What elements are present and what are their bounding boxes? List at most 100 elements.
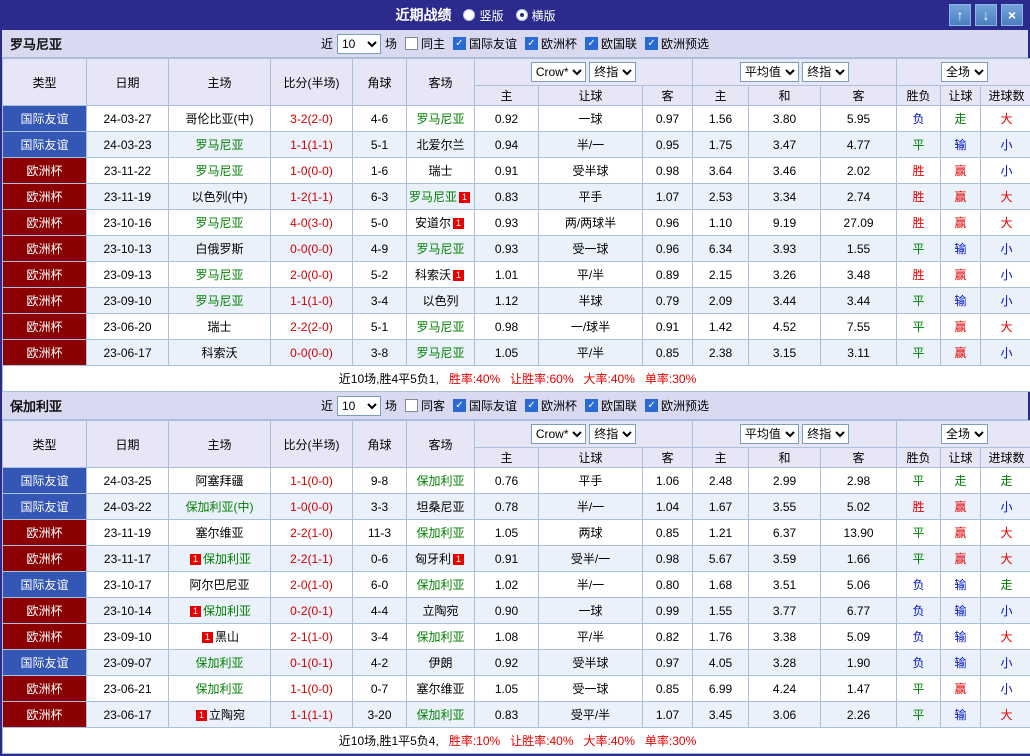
average-odds: 3.06	[749, 702, 821, 728]
handicap-odds: 0.98	[643, 158, 693, 184]
corner-count: 6-3	[353, 184, 407, 210]
result-wdl: 平	[897, 314, 941, 340]
match-date: 23-11-17	[87, 546, 169, 572]
team-label: 北爱尔兰	[416, 138, 464, 152]
summary-rates: 胜率:10%让胜率:40%大率:40%单率:30%	[439, 734, 696, 748]
corner-count: 0-6	[353, 546, 407, 572]
red-card-badge: 1	[459, 192, 470, 203]
odds-source-select[interactable]: Crow*	[531, 424, 586, 444]
handicap-odds: 0.91	[475, 546, 539, 572]
team-label: 保加利亚	[195, 682, 243, 696]
away-team-cell: 保加利亚	[407, 624, 475, 650]
corner-count: 3-4	[353, 624, 407, 650]
home-team-cell: 塞尔维亚	[169, 520, 271, 546]
result-handicap: 赢	[941, 520, 981, 546]
result-wdl: 负	[897, 598, 941, 624]
handicap-odds: 受半球	[539, 158, 643, 184]
filter-bar: 近 10 场 同客 国际友谊 欧洲杯 欧国联	[321, 396, 709, 416]
rate-stat: 单率:30%	[645, 372, 696, 386]
competition-nationsleague-checkbox[interactable]: 欧国联	[585, 35, 637, 52]
match-row: 欧洲杯23-06-20瑞士2-2(2-0)5-1罗马尼亚0.98一/球半0.91…	[3, 314, 1030, 340]
average-odds: 5.06	[821, 572, 897, 598]
competition-euro-label: 欧洲杯	[541, 35, 577, 52]
radio-horizontal-label: 横版	[532, 7, 556, 24]
competition-euro-checkbox[interactable]: 欧洲杯	[525, 397, 577, 414]
red-card-badge: 1	[453, 554, 464, 565]
match-date: 23-09-10	[87, 624, 169, 650]
avg-kind-select[interactable]: 终指	[802, 62, 849, 82]
match-count-select[interactable]: 10	[337, 34, 381, 54]
team-label: 立陶宛	[422, 604, 458, 618]
handicap-odds: 0.79	[643, 288, 693, 314]
match-score: 2-0(0-0)	[271, 262, 353, 288]
avg-kind-select[interactable]: 终指	[802, 424, 849, 444]
competition-friendly-checkbox[interactable]: 国际友谊	[453, 397, 517, 414]
handicap-odds: 半/一	[539, 572, 643, 598]
odds-kind-select[interactable]: 终指	[589, 62, 636, 82]
subcol-odds-handicap: 让球	[539, 448, 643, 468]
same-venue-checkbox[interactable]: 同主	[405, 35, 445, 52]
col-home: 主场	[169, 59, 271, 106]
radio-vertical-layout[interactable]: 竖版	[463, 7, 503, 24]
team-label: 坦桑尼亚	[416, 500, 464, 514]
match-date: 24-03-22	[87, 494, 169, 520]
avg-source-select[interactable]: 平均值	[740, 62, 799, 82]
handicap-odds: 半/一	[539, 494, 643, 520]
odds-source-select[interactable]: Crow*	[531, 62, 586, 82]
avg-source-select[interactable]: 平均值	[740, 424, 799, 444]
close-button[interactable]: ×	[1001, 4, 1023, 26]
team-label: 伊朗	[428, 656, 452, 670]
match-count-group: 近 10 场	[321, 396, 397, 416]
scope-select[interactable]: 全场	[941, 62, 988, 82]
match-count-select[interactable]: 10	[337, 396, 381, 416]
competition-friendly-checkbox[interactable]: 国际友谊	[453, 35, 517, 52]
near-label: 近	[321, 35, 333, 52]
team-label: 保加利亚	[416, 474, 464, 488]
subcol-result-handicap: 让球	[941, 86, 981, 106]
scope-select[interactable]: 全场	[941, 424, 988, 444]
match-row: 国际友谊24-03-23罗马尼亚1-1(1-1)5-1北爱尔兰0.94半/一0.…	[3, 132, 1030, 158]
move-up-button[interactable]: ↑	[949, 4, 971, 26]
odds-group-header: Crow* 终指	[475, 421, 693, 448]
match-score: 1-1(0-0)	[271, 676, 353, 702]
competition-nationsleague-checkbox[interactable]: 欧国联	[585, 397, 637, 414]
competition-euro-checkbox[interactable]: 欧洲杯	[525, 35, 577, 52]
average-odds: 3.64	[693, 158, 749, 184]
handicap-odds: 0.96	[643, 236, 693, 262]
average-odds: 27.09	[821, 210, 897, 236]
team-label: 保加利亚	[203, 552, 251, 566]
competition-type: 国际友谊	[3, 468, 87, 494]
checkbox-unchecked-icon	[405, 37, 418, 50]
team-label: 罗马尼亚	[195, 164, 243, 178]
result-handicap: 输	[941, 598, 981, 624]
matches-table: 类型 日期 主场 比分(半场) 角球 客场 Crow* 终指 平均值 终指	[2, 420, 1030, 754]
team-section-home: 罗马尼亚 近 10 场 同主 国际友谊 欧洲杯	[2, 30, 1028, 392]
competition-euroqualifier-checkbox[interactable]: 欧洲预选	[645, 397, 709, 414]
match-date: 23-11-19	[87, 520, 169, 546]
col-away: 客场	[407, 421, 475, 468]
competition-euroqualifier-label: 欧洲预选	[661, 35, 709, 52]
team-name: 罗马尼亚	[10, 34, 62, 53]
competition-type: 欧洲杯	[3, 210, 87, 236]
odds-kind-select[interactable]: 终指	[589, 424, 636, 444]
home-team-cell: 1保加利亚	[169, 546, 271, 572]
corner-count: 6-0	[353, 572, 407, 598]
away-team-cell: 坦桑尼亚	[407, 494, 475, 520]
away-team-cell: 罗马尼亚1	[407, 184, 475, 210]
average-odds: 13.90	[821, 520, 897, 546]
red-card-badge: 1	[190, 606, 201, 617]
move-down-button[interactable]: ↓	[975, 4, 997, 26]
result-handicap: 赢	[941, 262, 981, 288]
away-team-cell: 罗马尼亚	[407, 340, 475, 366]
match-row: 国际友谊24-03-22保加利亚(中)1-0(0-0)3-3坦桑尼亚0.78半/…	[3, 494, 1030, 520]
handicap-odds: 0.97	[643, 106, 693, 132]
team-label: 黑山	[215, 630, 239, 644]
radio-horizontal-layout[interactable]: 横版	[516, 7, 556, 24]
col-score: 比分(半场)	[271, 421, 353, 468]
same-venue-checkbox[interactable]: 同客	[405, 397, 445, 414]
red-card-badge: 1	[196, 710, 207, 721]
subcol-result-handicap: 让球	[941, 448, 981, 468]
competition-euroqualifier-checkbox[interactable]: 欧洲预选	[645, 35, 709, 52]
handicap-odds: 受一球	[539, 236, 643, 262]
team-label: 阿尔巴尼亚	[189, 578, 249, 592]
